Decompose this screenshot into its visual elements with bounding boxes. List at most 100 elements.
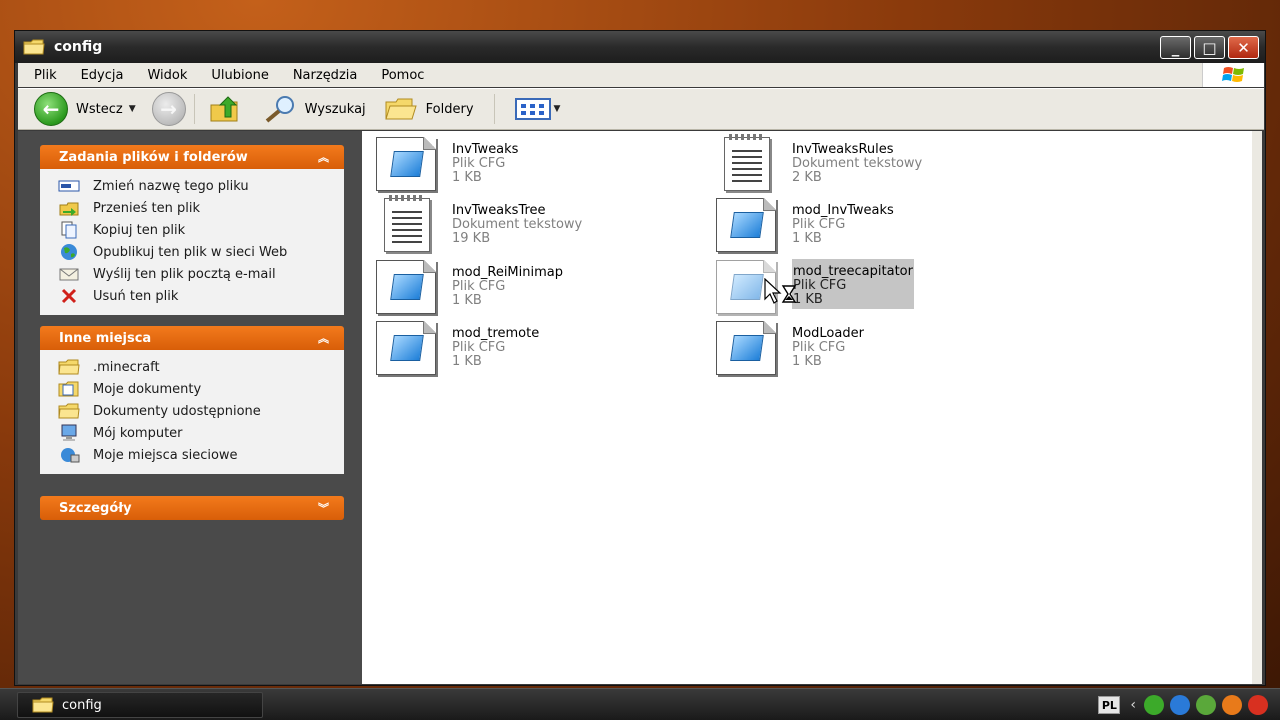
place-minecraft[interactable]: .minecraft (40, 356, 344, 378)
tasks-panel: Zadania plików i folderów ︽ Zmień nazwę … (40, 145, 344, 315)
place-network[interactable]: Moje miejsca sieciowe (40, 444, 344, 466)
copy-icon (58, 221, 80, 239)
up-folder-button[interactable] (209, 95, 241, 123)
other-places-panel-header[interactable]: Inne miejsca ︽ (40, 326, 344, 350)
task-email[interactable]: Wyślij ten plik pocztą e-mail (40, 263, 344, 285)
move-icon (58, 199, 80, 217)
publish-web-icon (58, 243, 80, 261)
tray-expand-icon[interactable]: ‹ (1130, 697, 1136, 713)
maximize-button[interactable]: □ (1194, 36, 1225, 59)
file-size: 2 KB (792, 170, 822, 185)
folders-label: Foldery (425, 101, 474, 117)
views-dropdown-icon[interactable]: ▼ (554, 104, 561, 114)
place-my-documents[interactable]: Moje dokumenty (40, 378, 344, 400)
place-network-label: Moje miejsca sieciowe (93, 447, 238, 463)
file-size: 1 KB (452, 293, 482, 308)
scrollbar-track[interactable] (1252, 131, 1262, 684)
my-documents-icon (58, 380, 80, 398)
cfg-file-icon (376, 321, 438, 377)
task-pane: Zadania plików i folderów ︽ Zmień nazwę … (18, 131, 362, 684)
task-copy[interactable]: Kopiuj ten plik (40, 219, 344, 241)
language-indicator[interactable]: PL (1098, 696, 1121, 714)
file-type: Plik CFG (452, 279, 506, 294)
cfg-file-icon (376, 137, 438, 193)
file-name: mod_tremote (452, 326, 540, 341)
task-rename[interactable]: Zmień nazwę tego pliku (40, 175, 344, 197)
file-size: 1 KB (793, 292, 823, 307)
file-item[interactable]: InvTweaksRules Dokument tekstowy 2 KB (716, 134, 922, 193)
task-publish-label: Opublikuj ten plik w sieci Web (93, 244, 288, 260)
my-computer-icon (58, 424, 80, 442)
file-type: Plik CFG (792, 217, 846, 232)
busy-cursor-icon (764, 278, 797, 304)
menu-favorites[interactable]: Ulubione (199, 68, 280, 83)
place-shared-documents[interactable]: Dokumenty udostępnione (40, 400, 344, 422)
menu-help[interactable]: Pomoc (369, 68, 436, 83)
file-item-selected[interactable]: mod_treecapitator Plik CFG 1 KB (716, 259, 914, 316)
tray-app-icon[interactable] (1248, 695, 1268, 715)
rename-icon (58, 177, 80, 195)
task-rename-label: Zmień nazwę tego pliku (93, 178, 249, 194)
search-label: Wyszukaj (304, 101, 366, 117)
file-item[interactable]: ModLoader Plik CFG 1 KB (716, 321, 864, 377)
place-my-computer-label: Mój komputer (93, 425, 183, 441)
expand-chevron-icon[interactable]: ︾ (318, 500, 329, 516)
collapse-chevron-icon[interactable]: ︽ (318, 330, 329, 346)
task-move-label: Przenieś ten plik (93, 200, 201, 216)
folders-icon (384, 98, 417, 120)
file-type: Plik CFG (792, 340, 846, 355)
place-minecraft-label: .minecraft (93, 359, 160, 375)
place-my-computer[interactable]: Mój komputer (40, 422, 344, 444)
task-publish[interactable]: Opublikuj ten plik w sieci Web (40, 241, 344, 263)
task-delete-label: Usuń ten plik (93, 288, 179, 304)
folders-button[interactable]: Foldery (384, 96, 474, 122)
maximize-icon: □ (1202, 38, 1217, 57)
menu-view[interactable]: Widok (135, 68, 199, 83)
file-size: 1 KB (452, 354, 482, 369)
tray-utorrent-icon[interactable] (1196, 695, 1216, 715)
text-document-icon (376, 195, 438, 254)
file-item[interactable]: mod_tremote Plik CFG 1 KB (376, 321, 539, 377)
back-arrow-icon: ← (34, 92, 68, 126)
explorer-window: config _ □ ✕ Plik Edycja Widok Ulubione … (14, 30, 1266, 686)
title-bar[interactable]: config _ □ ✕ (15, 31, 1265, 63)
tasks-panel-header[interactable]: Zadania plików i folderów ︽ (40, 145, 344, 169)
collapse-chevron-icon[interactable]: ︽ (318, 149, 329, 165)
forward-button[interactable]: → (151, 92, 186, 126)
file-item[interactable]: InvTweaksTree Dokument tekstowy 19 KB (376, 195, 582, 254)
back-label: Wstecz (76, 101, 123, 117)
file-item[interactable]: InvTweaks Plik CFG 1 KB (376, 137, 518, 193)
folder-icon (32, 697, 54, 713)
cfg-file-icon (716, 321, 778, 377)
file-type: Plik CFG (793, 278, 847, 293)
tray-app-icon[interactable] (1144, 695, 1164, 715)
windows-logo-icon (1202, 63, 1264, 87)
text-document-icon (716, 134, 778, 193)
system-tray: PL ‹ (1098, 689, 1280, 720)
menu-file[interactable]: Plik (18, 68, 69, 83)
task-delete[interactable]: Usuń ten plik (40, 285, 344, 307)
file-item[interactable]: mod_InvTweaks Plik CFG 1 KB (716, 198, 894, 254)
minimize-icon: _ (1171, 38, 1180, 57)
menu-edit[interactable]: Edycja (69, 68, 136, 83)
search-button[interactable]: Wyszukaj (263, 94, 366, 124)
minimize-button[interactable]: _ (1160, 36, 1191, 59)
tray-app-icon[interactable] (1222, 695, 1242, 715)
file-type: Plik CFG (452, 156, 506, 171)
tray-network-icon[interactable] (1170, 695, 1190, 715)
file-name: InvTweaksTree (452, 203, 546, 218)
details-panel-header[interactable]: Szczegóły ︾ (40, 496, 344, 520)
views-icon (514, 98, 551, 120)
tasks-panel-title: Zadania plików i folderów (59, 149, 248, 165)
back-button[interactable]: ← Wstecz ▼ (34, 92, 136, 126)
file-size: 1 KB (792, 231, 822, 246)
back-dropdown-icon[interactable]: ▼ (129, 104, 136, 114)
views-button[interactable]: ▼ (514, 98, 561, 120)
menu-tools[interactable]: Narzędzia (281, 68, 370, 83)
file-item[interactable]: mod_ReiMinimap Plik CFG 1 KB (376, 260, 563, 316)
email-icon (58, 265, 80, 283)
taskbar-window-button[interactable]: config (17, 692, 263, 718)
taskbar-window-label: config (62, 697, 102, 713)
close-button[interactable]: ✕ (1228, 36, 1259, 59)
task-move[interactable]: Przenieś ten plik (40, 197, 344, 219)
